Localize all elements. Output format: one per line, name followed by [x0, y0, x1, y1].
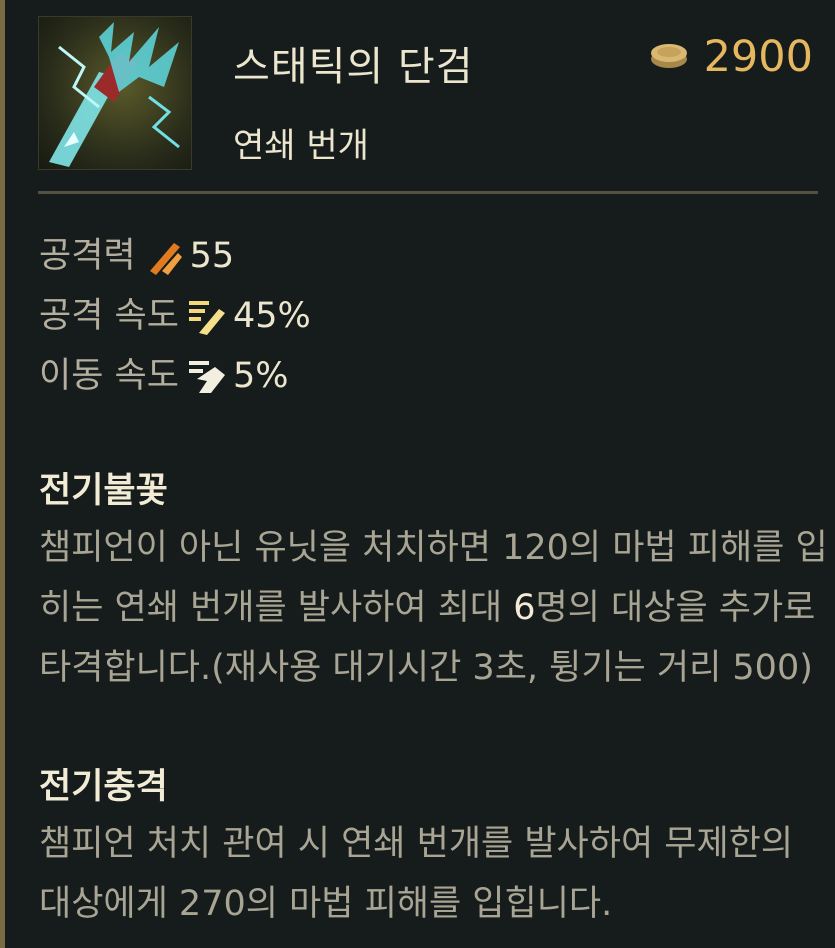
stat-value: 45%: [232, 296, 311, 336]
stats-list: 공격력 55 공격 속도 45% 이동 속도 5%: [39, 226, 311, 406]
stat-row: 공격력 55: [39, 226, 311, 286]
stat-value: 55: [189, 236, 235, 276]
passive-highlight-value: 6: [513, 588, 536, 628]
divider: [38, 191, 818, 194]
item-name: 스태틱의 단검: [233, 44, 474, 90]
move-speed-icon: [187, 356, 227, 396]
attack-speed-icon: [187, 296, 227, 336]
passive-title: 전기충격: [39, 767, 168, 807]
passive-description: 챔피언 처치 관여 시 연쇄 번개를 발사하여 무제한의 대상에게 270의 마…: [39, 824, 794, 924]
attack-damage-icon: [144, 236, 184, 276]
item-subtitle: 연쇄 번개: [233, 126, 369, 166]
price: 2900: [648, 32, 813, 82]
stat-value: 5%: [232, 356, 289, 396]
passive-title: 전기불꽃: [39, 471, 168, 511]
passive-description: 챔피언이 아닌 유닛을 처치하면 120의 마법 피해를 입히는 연쇄 번개를 …: [39, 518, 829, 698]
lightning-dagger-icon: [38, 16, 192, 170]
stat-row: 이동 속도 5%: [39, 346, 311, 406]
gold-coin-icon: [648, 39, 690, 75]
stat-label: 공격력: [39, 236, 136, 276]
stat-label: 이동 속도: [39, 356, 179, 396]
stat-row: 공격 속도 45%: [39, 286, 311, 346]
price-value: 2900: [703, 32, 813, 82]
stat-label: 공격 속도: [39, 296, 179, 336]
item-tooltip: 스태틱의 단검 연쇄 번개 2900 공격력 55 공격 속도 45% 이동 속…: [0, 0, 835, 948]
